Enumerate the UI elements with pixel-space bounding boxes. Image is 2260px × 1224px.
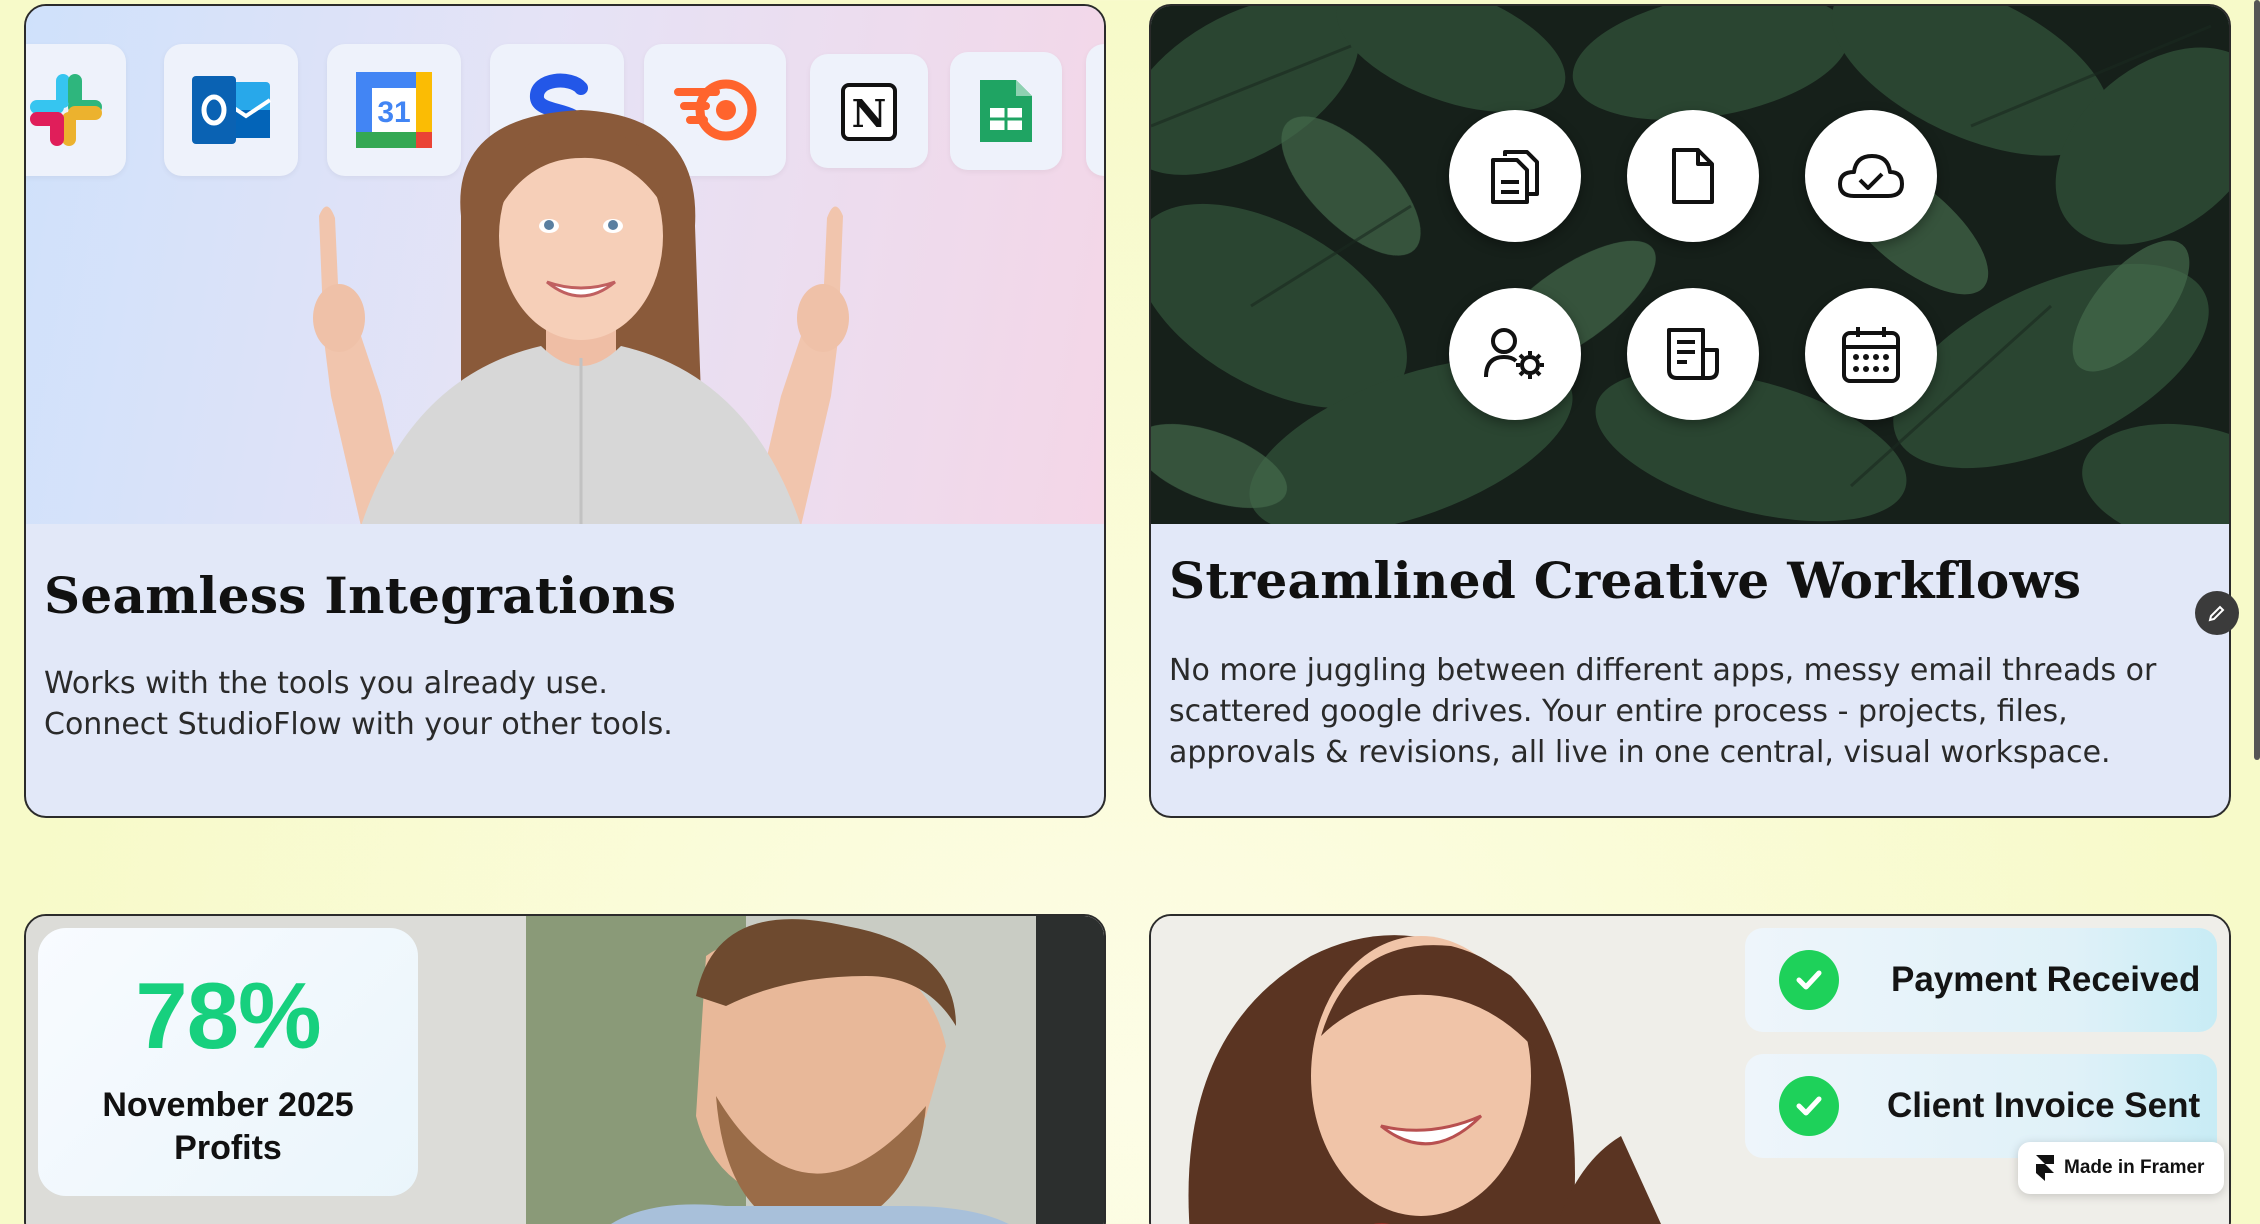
integrations-body: Seamless Integrations Works with the too… <box>26 566 1104 745</box>
google-sheets-icon <box>980 80 1032 142</box>
report-button[interactable] <box>1627 288 1759 420</box>
payment-received-notification: Payment Received <box>1745 928 2217 1032</box>
copy-documents-button[interactable] <box>1449 110 1581 242</box>
slack-tile <box>26 44 126 176</box>
integrations-desc-line2: Connect StudioFlow with your other tools… <box>44 707 673 742</box>
workflows-desc-line3: approvals & revisions, all live in one c… <box>1169 735 2111 770</box>
workflows-description: No more juggling between different apps,… <box>1169 650 2211 773</box>
monstera-leaves-photo <box>1151 6 2229 524</box>
workflows-title: Streamlined Creative Workflows <box>1169 551 2082 610</box>
profit-label: November 2025 Profits <box>38 1084 418 1170</box>
google-sheets-tile <box>950 52 1062 170</box>
calendar-button[interactable] <box>1805 288 1937 420</box>
framer-logo-icon <box>2036 1155 2054 1181</box>
cloud-check-icon <box>1838 154 1904 198</box>
page-scrollbar[interactable] <box>2254 0 2260 760</box>
edit-button[interactable] <box>2195 591 2239 635</box>
integrations-title: Seamless Integrations <box>44 566 677 625</box>
integrations-card: 31 N Seamless Integrations Works with th… <box>24 4 1106 818</box>
check-circle-icon <box>1779 1076 1839 1136</box>
profit-label-word: Profits <box>174 1129 282 1167</box>
report-icon <box>1667 328 1719 380</box>
pencil-icon <box>2208 605 2225 622</box>
woman-pointing-up-photo <box>313 110 849 524</box>
profit-percentage: 78% <box>135 963 321 1068</box>
payment-received-label: Payment Received <box>1891 960 2201 999</box>
made-in-framer-badge[interactable]: Made in Framer <box>2018 1142 2224 1194</box>
workflows-body: Streamlined Creative Workflows No more j… <box>1151 551 2229 773</box>
user-settings-icon <box>1484 328 1544 379</box>
slack-icon <box>30 74 102 146</box>
workflows-card: Streamlined Creative Workflows No more j… <box>1149 4 2231 818</box>
check-circle-icon <box>1779 950 1839 1010</box>
profit-label-month: November 2025 <box>102 1086 354 1124</box>
invoice-sent-label: Client Invoice Sent <box>1887 1086 2201 1125</box>
workflows-hero <box>1151 6 2229 524</box>
workflows-desc-line2: scattered google drives. Your entire pro… <box>1169 694 2068 729</box>
integrations-description: Works with the tools you already use. Co… <box>44 663 1086 745</box>
document-icon <box>1672 148 1714 204</box>
more-tile <box>1086 44 1104 176</box>
document-button[interactable] <box>1627 110 1759 242</box>
integrations-desc-line1: Works with the tools you already use. <box>44 666 608 701</box>
integrations-hero: 31 N <box>26 6 1104 524</box>
workflows-desc-line1: No more juggling between different apps,… <box>1169 653 2157 688</box>
made-in-framer-label: Made in Framer <box>2064 1157 2205 1178</box>
copy-documents-icon <box>1491 150 1539 204</box>
cloud-check-button[interactable] <box>1805 110 1937 242</box>
user-settings-button[interactable] <box>1449 288 1581 420</box>
profit-stat-card: 78% November 2025 Profits <box>38 928 418 1196</box>
profits-card: 78% November 2025 Profits <box>24 914 1106 1224</box>
calendar-icon <box>1842 327 1900 383</box>
